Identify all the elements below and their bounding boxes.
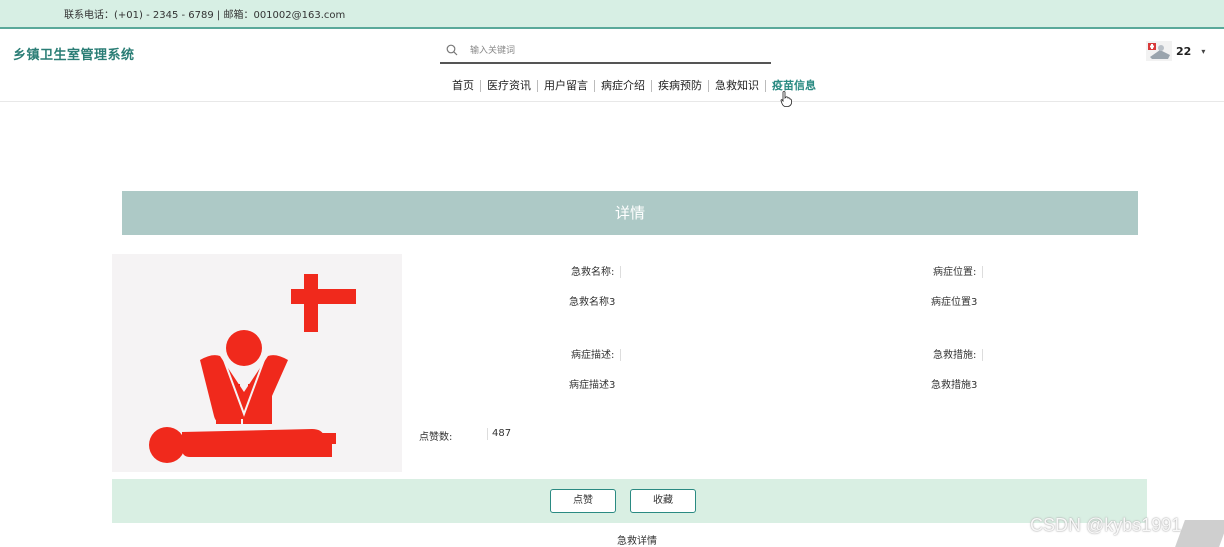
field-first-aid-name-label: 急救名称: (571, 263, 622, 278)
likes-count: 487 (492, 428, 512, 439)
user-menu[interactable]: 22 ▾ (1146, 41, 1205, 61)
chevron-down-icon[interactable]: ▾ (1201, 47, 1205, 56)
nav-item-disease-intro[interactable]: 病症介绍 (595, 80, 652, 92)
hand-cursor-icon (780, 91, 792, 107)
nav-item-user-messages[interactable]: 用户留言 (538, 80, 595, 92)
detail-heading: 详情 (122, 191, 1138, 235)
main-nav: 首页 医疗资讯 用户留言 病症介绍 疾病预防 急救知识 疫苗信息 (446, 78, 822, 94)
divider (487, 428, 488, 440)
nav-item-home[interactable]: 首页 (446, 80, 481, 92)
action-bar: 点赞 收藏 (112, 479, 1147, 523)
field-first-aid-name-value: 急救名称3 (569, 297, 616, 308)
likes-label: 点赞数: (419, 432, 453, 443)
like-button[interactable]: 点赞 (550, 489, 616, 513)
user-name: 22 (1176, 44, 1192, 58)
nav-item-medical-news[interactable]: 医疗资讯 (481, 80, 538, 92)
contact-info: 联系电话：(+01) - 2345 - 6789 | 邮箱：001002@163… (64, 10, 346, 21)
field-disease-location-label: 病症位置: (933, 263, 984, 278)
search-icon[interactable] (446, 44, 458, 56)
site-header: 乡镇卫生室管理系统 22 ▾ 首页 医疗资讯 用户留言 病症介绍 疾病预防 急救… (0, 31, 1224, 102)
search-box (440, 40, 771, 64)
red-cross-icon (291, 274, 356, 332)
field-disease-description-value: 病症描述3 (569, 380, 616, 391)
favorite-button[interactable]: 收藏 (630, 489, 696, 513)
watermark: CSDN @kybs1991 (1030, 515, 1182, 535)
top-contact-bar: 联系电话：(+01) - 2345 - 6789 | 邮箱：001002@163… (0, 0, 1224, 29)
field-disease-location-value: 病症位置3 (931, 297, 978, 308)
field-first-aid-measures-label: 急救措施: (933, 346, 984, 361)
screen-corner (1175, 520, 1224, 547)
field-disease-description-label: 病症描述: (571, 346, 622, 361)
cpr-illustration (112, 254, 402, 472)
field-first-aid-measures-value: 急救措施3 (931, 380, 978, 391)
site-title[interactable]: 乡镇卫生室管理系统 (13, 44, 135, 63)
user-avatar-icon[interactable] (1146, 41, 1172, 61)
nav-item-first-aid[interactable]: 急救知识 (709, 80, 766, 92)
nav-item-vaccine-info[interactable]: 疫苗信息 (766, 80, 822, 92)
nav-item-disease-prevention[interactable]: 疾病预防 (652, 80, 709, 92)
search-input[interactable] (470, 43, 760, 59)
